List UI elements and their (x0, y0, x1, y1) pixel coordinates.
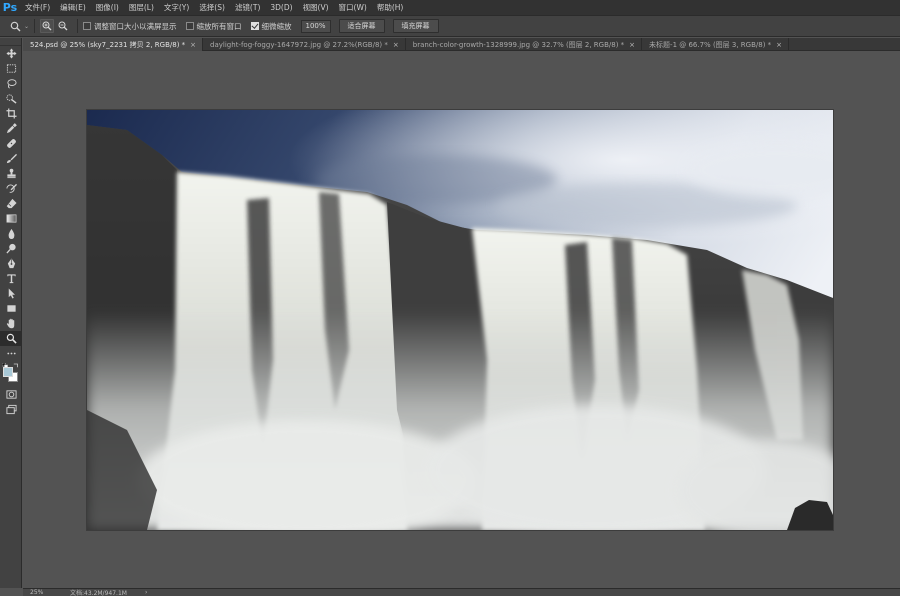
canvas-workspace[interactable] (23, 52, 900, 588)
fill-screen-button[interactable]: 填充屏幕 (392, 19, 439, 33)
scrubby-zoom-checkbox[interactable] (250, 22, 259, 30)
color-swatches (0, 361, 22, 387)
menu-item[interactable]: 窗口(W) (334, 0, 372, 15)
eraser-tool-icon[interactable] (0, 196, 22, 211)
more-tools-icon[interactable] (0, 346, 22, 361)
divider (77, 19, 79, 33)
close-tab-icon[interactable]: × (190, 41, 196, 49)
photoshop-logo: Ps (2, 1, 18, 14)
fit-screen-button[interactable]: 适合屏幕 (338, 19, 385, 33)
path-selection-tool-icon[interactable] (0, 286, 22, 301)
default-colors-icon[interactable] (1, 361, 9, 369)
status-bar: 25% 文档:43.2M/947.1M › (23, 588, 900, 596)
close-tab-icon[interactable]: × (776, 41, 782, 49)
history-brush-tool-icon[interactable] (0, 181, 22, 196)
healing-brush-tool-icon[interactable] (0, 136, 22, 151)
foreground-color-swatch[interactable] (3, 367, 13, 377)
status-doc-size: 文档:43.2M/947.1M (70, 590, 127, 596)
menu-item[interactable]: 视图(V) (298, 0, 334, 15)
document-tab-title: 未标题-1 @ 66.7% (图层 3, RGB/8) * (649, 40, 772, 49)
document-tabs: 524.psd @ 25% (sky7_2231 拷贝 2, RGB/8) * ×… (23, 38, 900, 51)
document-tab[interactable]: daylight-fog-foggy-1647972.jpg @ 27.2%(R… (203, 38, 406, 51)
zoom-tool-icon[interactable] (0, 331, 22, 346)
menu-item[interactable]: 选择(S) (194, 0, 230, 15)
rectangle-tool-icon[interactable] (0, 301, 22, 316)
eyedropper-tool-icon[interactable] (0, 121, 22, 136)
clone-stamp-tool-icon[interactable] (0, 166, 22, 181)
document-canvas[interactable] (87, 110, 833, 530)
waterfall-photo (87, 110, 833, 530)
document-tab-title: 524.psd @ 25% (sky7_2231 拷贝 2, RGB/8) * (30, 40, 186, 49)
scrubby-zoom-option[interactable]: 细微缩放 (250, 21, 292, 32)
zoom-all-windows-label: 缩放所有窗口 (196, 21, 242, 31)
zoom-in-button[interactable] (40, 19, 55, 33)
document-tab[interactable]: 524.psd @ 25% (sky7_2231 拷贝 2, RGB/8) * × (23, 38, 204, 51)
menu-item[interactable]: 图像(I) (91, 0, 124, 15)
options-bar: ⌄ 调整窗口大小以满屏显示 缩放所有窗口 细微缩放 100% 适合屏幕 填充屏幕 (0, 15, 900, 37)
zoom-all-windows-option[interactable]: 缩放所有窗口 (185, 21, 242, 32)
document-tab-title: daylight-fog-foggy-1647972.jpg @ 27.2%(R… (210, 40, 388, 49)
menu-item[interactable]: 帮助(H) (372, 0, 409, 15)
resize-windows-option[interactable]: 调整窗口大小以满屏显示 (83, 21, 177, 32)
resize-windows-checkbox[interactable] (83, 22, 92, 30)
menu-item[interactable]: 编辑(E) (55, 0, 91, 15)
dodge-tool-icon[interactable] (0, 241, 22, 256)
menu-items: 文件(F) 编辑(E) 图像(I) 图层(L) 文字(Y) 选择(S) 滤镜(T) 3D(D)… (20, 0, 408, 15)
hand-tool-icon[interactable] (0, 316, 22, 331)
document-tab[interactable]: 未标题-1 @ 66.7% (图层 3, RGB/8) * × (642, 38, 790, 51)
menu-item[interactable]: 文件(F) (20, 0, 55, 15)
pen-tool-icon[interactable] (0, 256, 22, 271)
lasso-tool-icon[interactable] (0, 76, 22, 91)
move-tool-icon[interactable] (0, 46, 22, 61)
menu-item[interactable]: 3D(D) (265, 0, 297, 15)
quick-selection-tool-icon[interactable] (0, 91, 22, 106)
resize-windows-label: 调整窗口大小以满屏显示 (94, 21, 177, 31)
screen-mode-icon[interactable] (0, 402, 22, 417)
status-menu-arrow-icon[interactable]: › (145, 589, 147, 596)
blur-tool-icon[interactable] (0, 226, 22, 241)
gradient-tool-icon[interactable] (0, 211, 22, 226)
tools-panel (0, 38, 22, 588)
menu-item[interactable]: 图层(L) (124, 0, 159, 15)
type-tool-icon[interactable] (0, 271, 22, 286)
zoom-tool-preset-icon[interactable] (8, 19, 22, 33)
quick-mask-icon[interactable] (0, 387, 22, 402)
menu-bar: Ps 文件(F) 编辑(E) 图像(I) 图层(L) 文字(Y) 选择(S) 滤镜(T) 3D… (0, 0, 900, 15)
divider (34, 19, 36, 33)
document-tab-title: branch-color-growth-1328999.jpg @ 32.7% … (412, 40, 625, 49)
brush-tool-icon[interactable] (0, 151, 22, 166)
status-zoom-level[interactable]: 25% (23, 589, 68, 596)
preset-dropdown-icon[interactable]: ⌄ (24, 23, 29, 30)
marquee-tool-icon[interactable] (0, 61, 22, 76)
scrubby-zoom-label: 细微缩放 (261, 21, 292, 31)
document-tab[interactable]: branch-color-growth-1328999.jpg @ 32.7% … (406, 38, 643, 51)
close-tab-icon[interactable]: × (629, 41, 635, 49)
swap-colors-icon[interactable] (13, 361, 19, 368)
panel-grip[interactable] (0, 38, 21, 46)
crop-tool-icon[interactable] (0, 106, 22, 121)
close-tab-icon[interactable]: × (393, 41, 399, 49)
menu-item[interactable]: 滤镜(T) (230, 0, 265, 15)
menu-item[interactable]: 文字(Y) (159, 0, 194, 15)
zoom-out-button[interactable] (56, 19, 70, 33)
zoom-percent-field[interactable]: 100% (300, 19, 331, 33)
zoom-all-windows-checkbox[interactable] (185, 22, 194, 30)
